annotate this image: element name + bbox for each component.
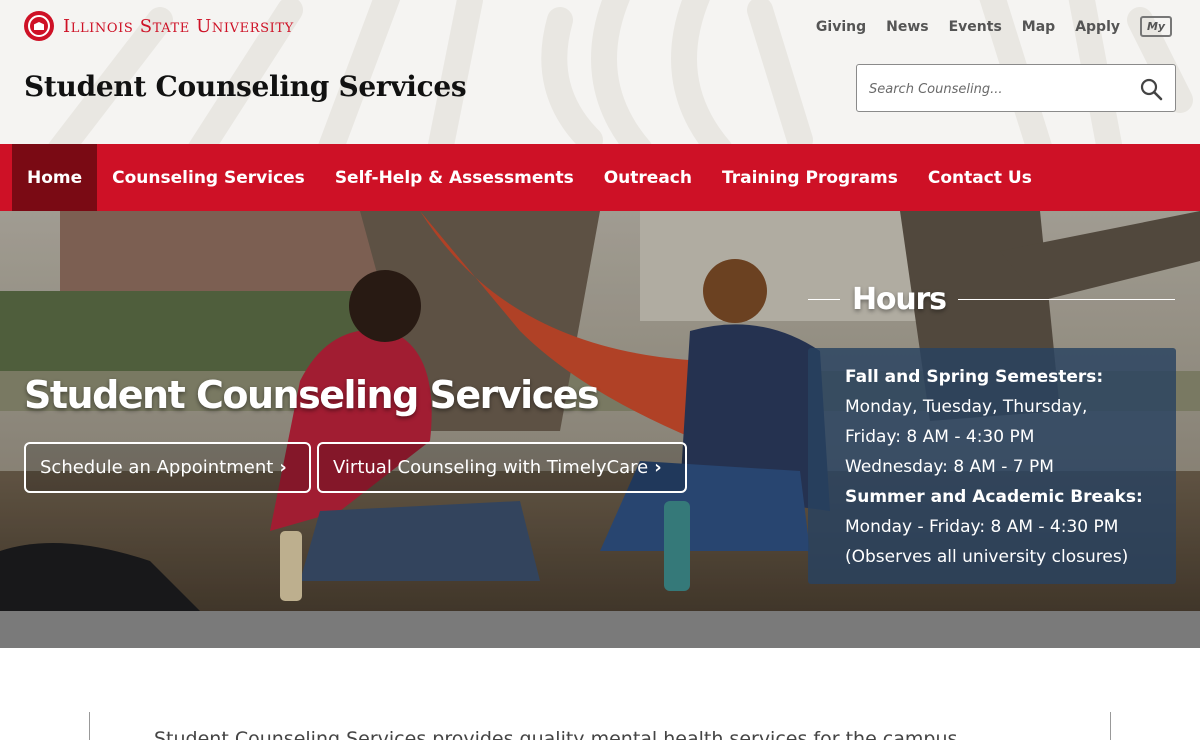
utility-link-apply[interactable]: Apply <box>1075 19 1120 35</box>
university-name: Illinois State University <box>63 15 294 37</box>
hours-line: Summer and Academic Breaks: <box>845 487 1143 507</box>
main-nav: Home Counseling Services Self-Help & Ass… <box>0 144 1200 211</box>
heading-divider-left <box>808 298 840 300</box>
hours-panel: Fall and Spring Semesters: Monday, Tuesd… <box>808 348 1176 584</box>
search-box <box>856 64 1176 112</box>
hours-line: Wednesday: 8 AM - 7 PM <box>845 457 1054 477</box>
nav-item-contact-us[interactable]: Contact Us <box>913 144 1047 211</box>
hours-line: Friday: 8 AM - 4:30 PM <box>845 427 1035 447</box>
search-icon[interactable] <box>1139 77 1163 101</box>
schedule-appointment-label: Schedule an Appointment <box>40 457 274 478</box>
hours-line: Monday, Tuesday, Thursday, <box>845 397 1088 417</box>
utility-link-map[interactable]: Map <box>1022 19 1055 35</box>
intro-section: Student Counseling Services provides qua… <box>0 648 1200 740</box>
intro-rule-right <box>1110 712 1111 740</box>
site-header: Illinois State University Giving News Ev… <box>0 0 1200 144</box>
nav-item-outreach[interactable]: Outreach <box>589 144 707 211</box>
utility-link-news[interactable]: News <box>886 19 928 35</box>
hours-line: (Observes all university closures) <box>845 547 1129 567</box>
chevron-right-icon: › <box>279 457 287 478</box>
university-brand[interactable]: Illinois State University <box>24 11 294 41</box>
heading-divider-right <box>957 298 1175 300</box>
schedule-appointment-button[interactable]: Schedule an Appointment › <box>24 442 311 493</box>
hours-heading: Hours <box>808 279 1175 319</box>
site-title[interactable]: Student Counseling Services <box>24 70 467 103</box>
university-seal-icon <box>24 11 54 41</box>
chevron-right-icon: › <box>654 457 662 478</box>
utility-nav: Giving News Events Map Apply My <box>796 16 1172 37</box>
virtual-counseling-button[interactable]: Virtual Counseling with TimelyCare › <box>317 442 687 493</box>
search-input[interactable] <box>869 77 1129 101</box>
nav-item-self-help-assessments[interactable]: Self-Help & Assessments <box>320 144 589 211</box>
utility-link-events[interactable]: Events <box>949 19 1002 35</box>
hero-banner: Student Counseling Services Schedule an … <box>0 211 1200 611</box>
intro-rule-left <box>89 712 90 740</box>
hours-title: Hours <box>852 281 947 317</box>
intro-text: Student Counseling Services provides qua… <box>154 728 958 740</box>
hero-title: Student Counseling Services <box>24 373 600 417</box>
hours-line: Fall and Spring Semesters: <box>845 367 1104 387</box>
utility-link-giving[interactable]: Giving <box>816 19 866 35</box>
hours-line: Monday - Friday: 8 AM - 4:30 PM <box>845 517 1119 537</box>
section-divider-band <box>0 611 1200 648</box>
nav-item-home[interactable]: Home <box>12 144 98 211</box>
virtual-counseling-label: Virtual Counseling with TimelyCare <box>333 457 649 478</box>
nav-item-training-programs[interactable]: Training Programs <box>707 144 913 211</box>
nav-item-counseling-services[interactable]: Counseling Services <box>97 144 320 211</box>
my-isu-button[interactable]: My <box>1140 16 1172 37</box>
